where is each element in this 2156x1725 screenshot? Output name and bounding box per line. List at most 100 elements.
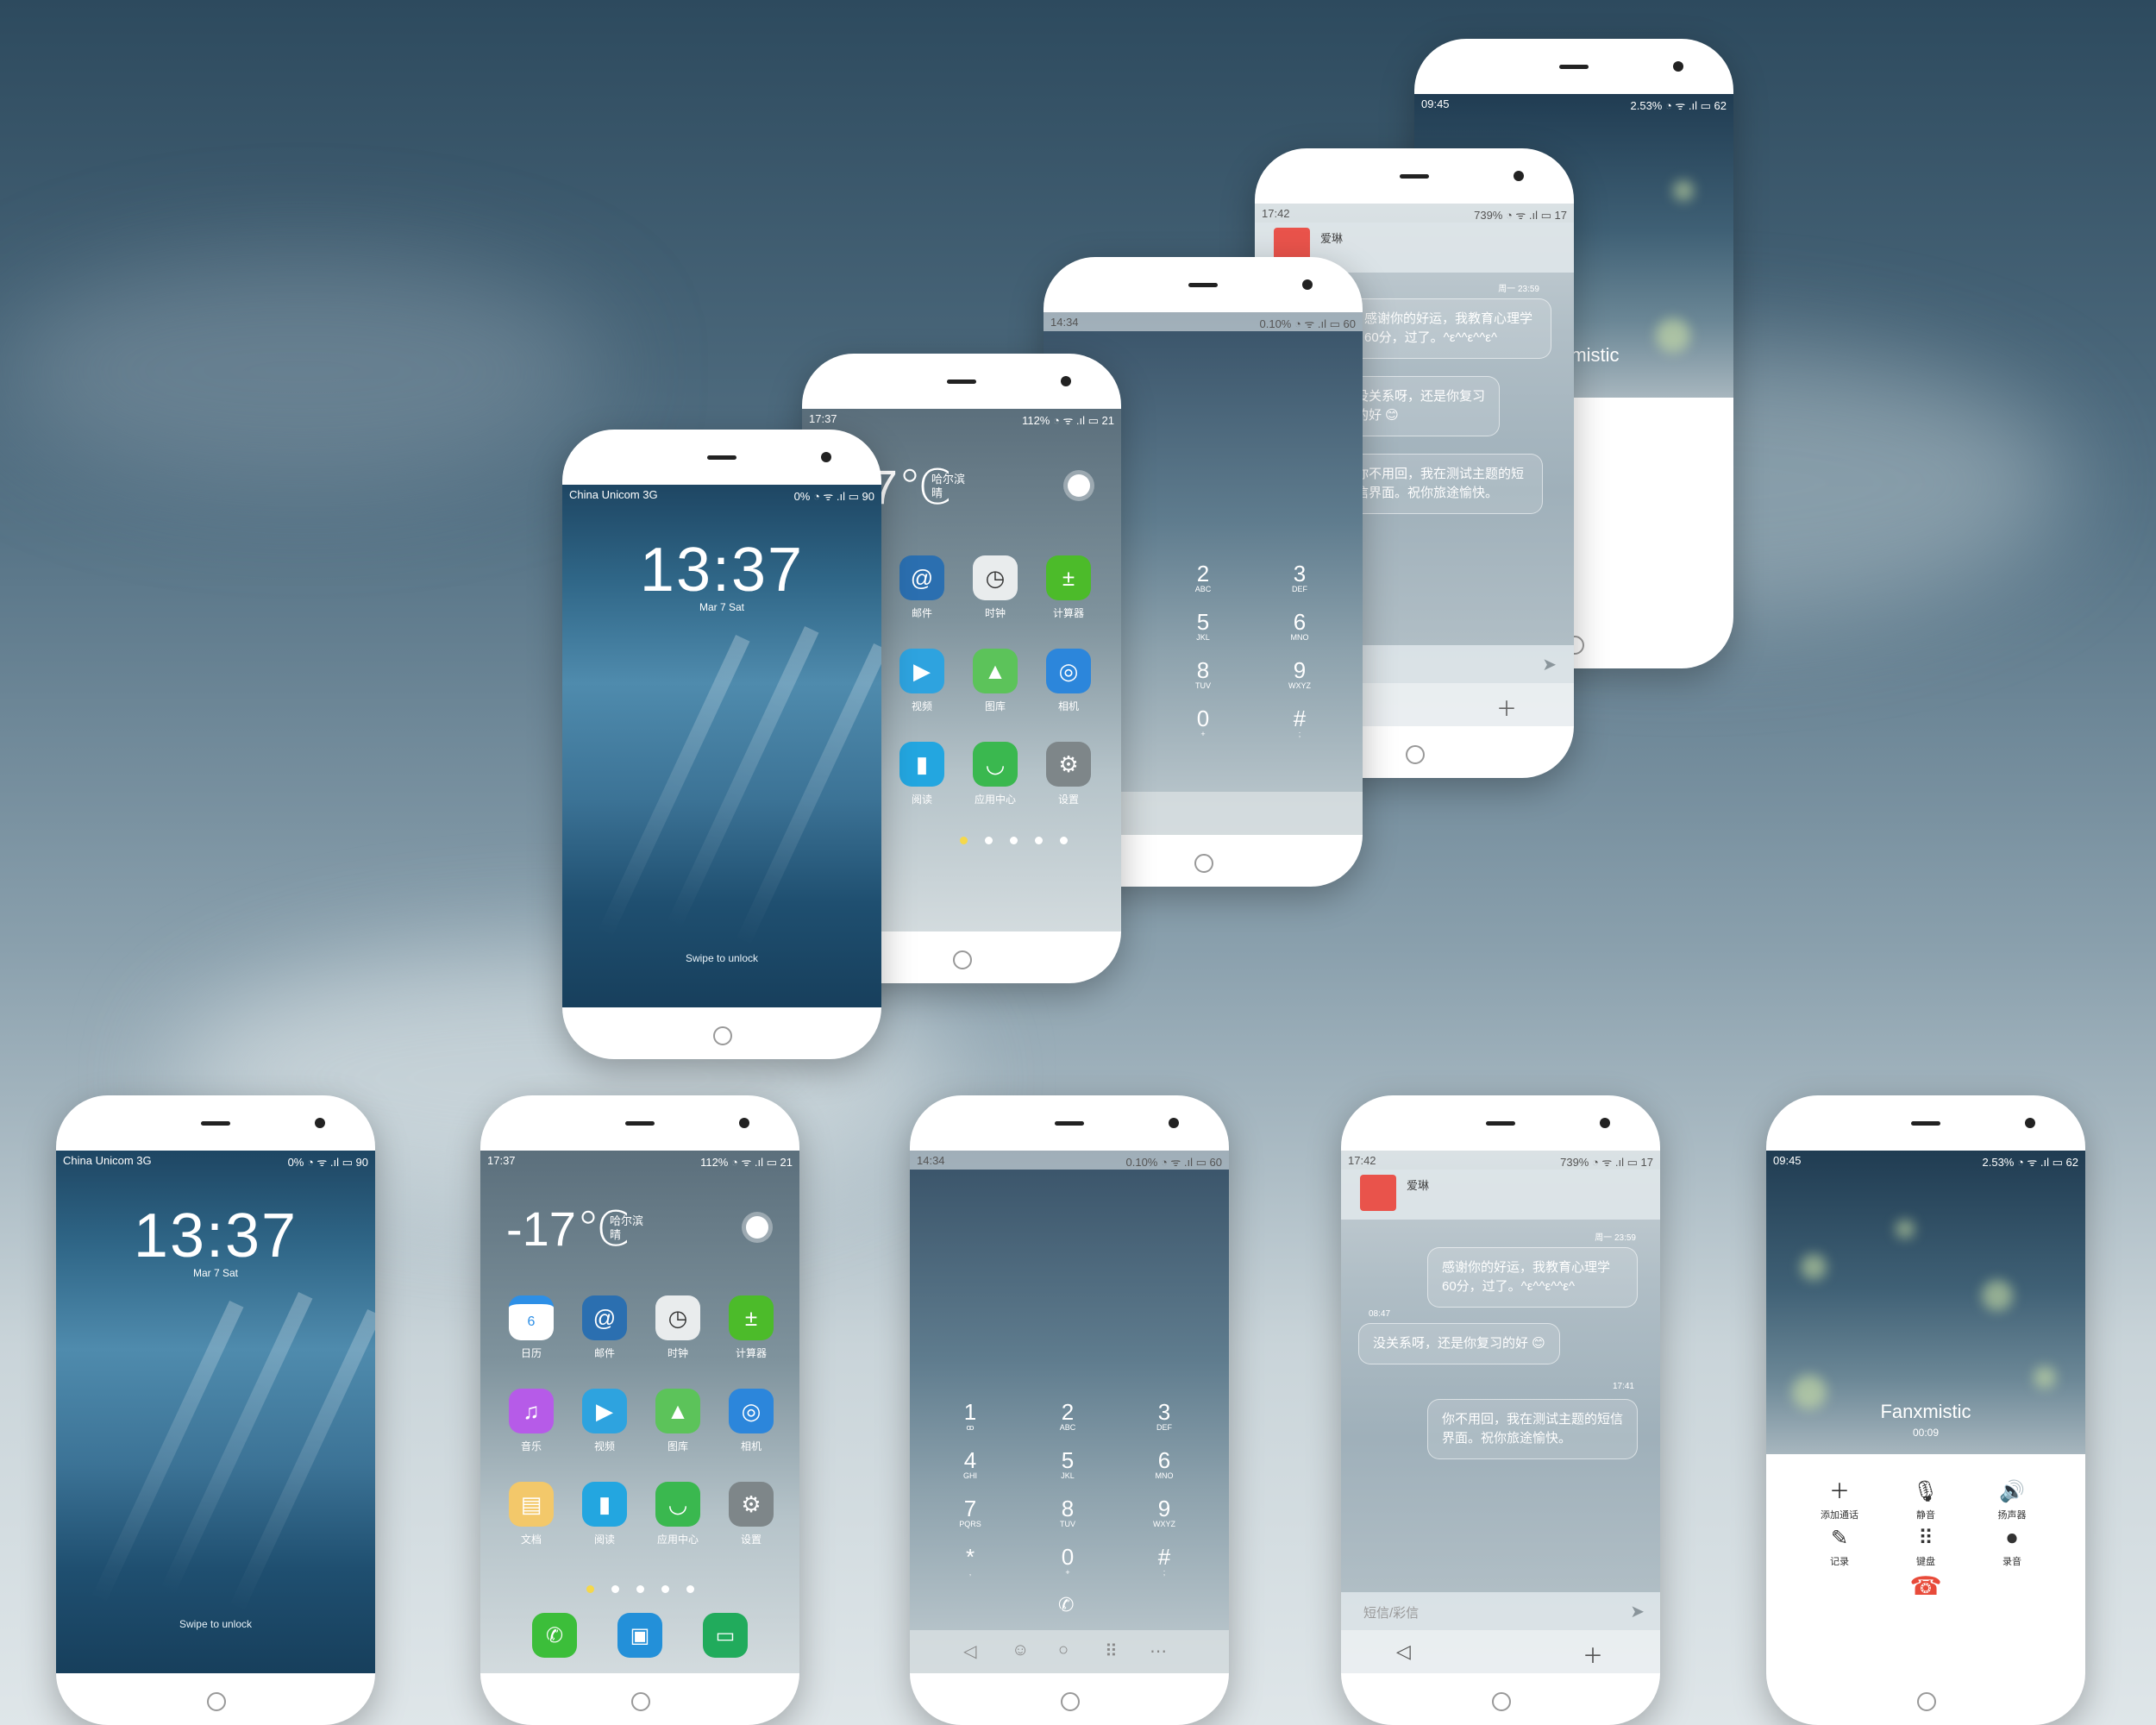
dial-key[interactable]: 4 GHI <box>931 1449 1009 1480</box>
call-button-icon[interactable]: ✆ <box>1058 1594 1074 1616</box>
dial-key[interactable]: 0 + <box>1029 1546 1106 1577</box>
dial-key[interactable]: 6 MNO <box>1261 611 1338 642</box>
status-bar: 17:37 112% ◔ ᯤ .ıl ▭ 21 <box>809 412 1114 427</box>
sun-icon <box>1068 474 1090 497</box>
add-icon[interactable]: ＋ <box>1583 1639 1603 1669</box>
dial-key[interactable]: 5 JKL <box>1029 1449 1106 1480</box>
speaker-button[interactable]: 🔊 扬声器 <box>1965 1480 2059 1521</box>
home-button[interactable] <box>1492 1692 1511 1711</box>
app-gallery[interactable]: ▲ 图库 <box>962 649 1029 713</box>
record-button[interactable]: ⏺ 录音 <box>1965 1527 2059 1568</box>
message-input[interactable]: 短信/彩信 ➤ <box>1341 1592 1660 1630</box>
clock-icon: ◷ <box>973 555 1018 600</box>
swipe-to-unlock[interactable]: Swipe to unlock <box>562 952 881 964</box>
app-reader[interactable]: ▮ 阅读 <box>888 742 956 806</box>
message-bubble: 没关系呀，还是你复习的好 😊 <box>1341 376 1500 436</box>
dial-key[interactable]: #; <box>1125 1546 1203 1577</box>
front-camera <box>2025 1118 2035 1128</box>
app-video[interactable]: ▶ 视频 <box>888 649 956 713</box>
message-bubble: 感谢你的好运，我教育心理学60分，过了。^ε^^ε^^ε^ <box>1427 1247 1638 1308</box>
sms-nav-bar: ◁ ＋ <box>1341 1630 1660 1673</box>
front-camera <box>1600 1118 1610 1128</box>
send-icon[interactable]: ➤ <box>1630 1601 1645 1622</box>
browser-icon[interactable]: ▣ <box>617 1613 662 1658</box>
app-center[interactable]: ◡ 应用中心 <box>962 742 1029 806</box>
home-button[interactable] <box>1406 745 1425 764</box>
dial-key[interactable]: 8 TUV <box>1029 1497 1106 1528</box>
swipe-to-unlock[interactable]: Swipe to unlock <box>56 1618 375 1630</box>
dial-key[interactable]: 3 DEF <box>1261 562 1338 593</box>
home-button[interactable] <box>1194 854 1213 873</box>
home-button[interactable] <box>631 1692 650 1711</box>
app-camera[interactable]: ◎ 相机 <box>718 1389 785 1453</box>
app-mail[interactable]: @ 邮件 <box>888 555 956 620</box>
messages-icon[interactable]: ▭ <box>703 1613 748 1658</box>
status-bar: 14:34 0.10% ◔ ᯤ .ıl ▭ 60 <box>910 1151 1229 1170</box>
app-camera[interactable]: ◎ 相机 <box>1035 649 1102 713</box>
home-button[interactable] <box>207 1692 226 1711</box>
app-center[interactable]: ◡ 应用中心 <box>644 1482 711 1546</box>
more-icon[interactable]: ⋯ <box>1150 1640 1167 1662</box>
dial-key[interactable]: #; <box>1261 707 1338 738</box>
keypad-icon[interactable]: ⠿ <box>1105 1640 1118 1662</box>
dial-key[interactable]: 1ꝏ <box>931 1401 1009 1432</box>
dial-key[interactable]: 5 JKL <box>1164 611 1242 642</box>
back-icon[interactable]: ◁ <box>1396 1640 1411 1663</box>
app-reader[interactable]: ▮ 阅读 <box>571 1482 638 1546</box>
mail-icon: @ <box>899 555 944 600</box>
dial-key[interactable]: 2 ABC <box>1164 562 1242 593</box>
dial-key[interactable]: 6 MNO <box>1125 1449 1203 1480</box>
caller-name: Fanxmistic <box>1880 1401 1971 1422</box>
contacts-icon[interactable]: ☺ <box>1012 1640 1029 1660</box>
home-button[interactable] <box>713 1026 732 1045</box>
dialer-screen: 14:34 0.10% ◔ ᯤ .ıl ▭ 60 1ꝏ 2 ABC 3 DEF 4 GH… <box>910 1151 1229 1673</box>
dial-key[interactable]: 2 ABC <box>1029 1401 1106 1432</box>
city-weather: 哈尔滨晴 <box>931 473 966 499</box>
mute-button[interactable]: 🎙 静音 <box>1878 1480 1973 1521</box>
settings-icon: ⚙ <box>1046 742 1091 787</box>
app-settings[interactable]: ⚙ 设置 <box>1035 742 1102 806</box>
dial-key[interactable]: 9 WXYZ <box>1125 1497 1203 1528</box>
app-calculator[interactable]: ± 计算器 <box>1035 555 1102 620</box>
reader-icon: ▮ <box>899 742 944 787</box>
dial-key[interactable]: *, <box>931 1546 1009 1577</box>
dial-key[interactable]: 7 PQRS <box>931 1497 1009 1528</box>
earpiece <box>947 380 976 384</box>
front-camera <box>1302 279 1313 290</box>
home-button[interactable] <box>953 950 972 969</box>
earpiece <box>1400 174 1429 179</box>
app-clock[interactable]: ◷ 时钟 <box>962 555 1029 620</box>
earpiece <box>1188 283 1218 287</box>
back-icon[interactable]: ◁ <box>963 1640 976 1662</box>
dial-key[interactable]: 3 DEF <box>1125 1401 1203 1432</box>
dial-key[interactable]: 8 TUV <box>1164 659 1242 690</box>
call-screen: 09:45 2.53% ◔ ᯤ .ıl ▭ 62 Fanxmistic 00:09… <box>1766 1151 2085 1673</box>
status-bar: 09:45 2.53% ◔ ᯤ .ıl ▭ 62 <box>1421 97 1727 112</box>
home-button[interactable] <box>1061 1692 1080 1711</box>
app-calendar[interactable]: 6 日历 <box>498 1295 565 1360</box>
app-calculator[interactable]: ± 计算器 <box>718 1295 785 1360</box>
add-call-button[interactable]: ＋添加通话 <box>1792 1480 1887 1521</box>
app-settings[interactable]: ⚙ 设置 <box>718 1482 785 1546</box>
app-gallery[interactable]: ▲ 图库 <box>644 1389 711 1453</box>
camera-icon: ◎ <box>1046 649 1091 693</box>
app-music[interactable]: ♫ 音乐 <box>498 1389 565 1453</box>
phone-icon[interactable]: ✆ <box>532 1613 577 1658</box>
note-button[interactable]: ✎ 记录 <box>1792 1527 1887 1568</box>
dial-key[interactable]: 9 WXYZ <box>1261 659 1338 690</box>
app-video[interactable]: ▶ 视频 <box>571 1389 638 1453</box>
sms-screen: 17:42 739% ◔ ᯤ .ıl ▭ 17 爱琳 周一 23:59 感谢你的好… <box>1341 1151 1660 1673</box>
search-icon[interactable]: ○ <box>1058 1640 1069 1660</box>
keypad-button[interactable]: ⠿ 键盘 <box>1878 1527 1973 1568</box>
message-time: 17:41 <box>1612 1382 1634 1391</box>
app-mail[interactable]: @ 邮件 <box>571 1295 638 1360</box>
calculator-icon: ± <box>1046 555 1091 600</box>
home-button[interactable] <box>1917 1692 1936 1711</box>
dial-key[interactable]: 0 + <box>1164 707 1242 738</box>
lock-date: Mar 7 Sat <box>192 1267 239 1279</box>
lock-screen: China Unicom 3G 0% ◔ ᯤ .ıl ▭ 90 13:37 Mar… <box>56 1151 375 1673</box>
call-duration: 00:09 <box>1912 1427 1940 1439</box>
hang-up-icon[interactable]: ☎ <box>1766 1571 2085 1602</box>
app-document[interactable]: ▤ 文档 <box>498 1482 565 1546</box>
app-clock[interactable]: ◷ 时钟 <box>644 1295 711 1360</box>
